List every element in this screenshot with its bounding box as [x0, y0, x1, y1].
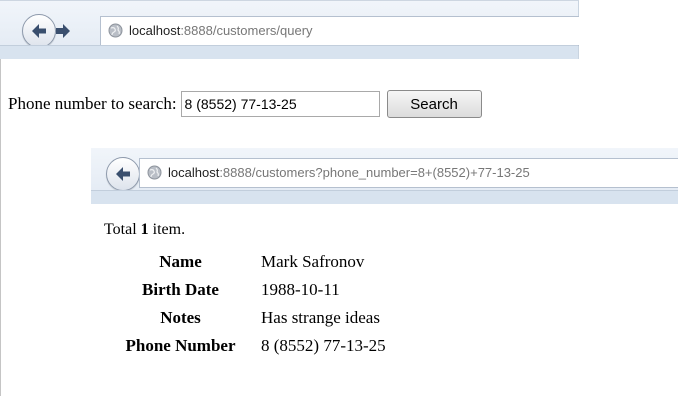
back-button-2[interactable] [106, 157, 140, 191]
address-bar-2[interactable]: localhost:8888/customers?phone_number=8+… [139, 158, 678, 188]
toolbar-bottom-strip [0, 45, 578, 59]
back-button[interactable] [22, 14, 56, 48]
row-label-birth-date: Birth Date [142, 280, 219, 299]
address-bar[interactable]: localhost:8888/customers/query [100, 16, 579, 46]
address-text-2: localhost:8888/customers?phone_number=8+… [168, 165, 530, 180]
table-row: Name Mark Safronov [104, 250, 390, 278]
url-host: localhost [129, 23, 181, 38]
table-row: Notes Has strange ideas [104, 306, 390, 334]
row-value-birth-date: 1988-10-11 [261, 280, 340, 299]
table-row: Phone Number 8 (8552) 77-13-25 [104, 334, 390, 362]
globe-icon [147, 165, 162, 180]
total-count: 1 [140, 221, 149, 238]
table-row: Birth Date 1988-10-11 [104, 278, 390, 306]
total-count-line: Total 1 item. [104, 221, 185, 239]
row-label-notes: Notes [160, 308, 201, 327]
browser-toolbar-1: localhost:8888/customers/query [0, 0, 579, 59]
row-label-phone-number: Phone Number [125, 336, 236, 355]
url-path: :8888/customers/query [180, 23, 313, 38]
forward-arrow-icon [56, 24, 70, 38]
address-text: localhost:8888/customers/query [129, 23, 313, 38]
back-arrow-icon [32, 24, 46, 38]
search-label: Phone number to search: [8, 94, 177, 113]
url-host: localhost [168, 165, 220, 180]
total-prefix: Total [104, 221, 141, 238]
row-value-notes: Has strange ideas [261, 308, 380, 327]
forward-button[interactable] [55, 23, 71, 44]
toolbar-bottom-strip [91, 190, 678, 204]
search-button[interactable]: Search [386, 90, 482, 118]
customer-details-table: Name Mark Safronov Birth Date 1988-10-11… [104, 250, 390, 362]
globe-icon [108, 23, 123, 38]
page-edge [0, 0, 1, 396]
total-suffix: item. [148, 221, 186, 238]
browser-toolbar-2: localhost:8888/customers?phone_number=8+… [91, 148, 678, 204]
search-form: Phone number to search: Search [8, 90, 482, 118]
url-path: :8888/customers?phone_number=8+(8552)+77… [219, 165, 530, 180]
row-value-phone-number: 8 (8552) 77-13-25 [261, 336, 386, 355]
back-arrow-icon [116, 167, 130, 181]
row-value-name: Mark Safronov [261, 252, 365, 271]
row-label-name: Name [159, 252, 202, 271]
phone-search-input[interactable] [180, 91, 380, 117]
